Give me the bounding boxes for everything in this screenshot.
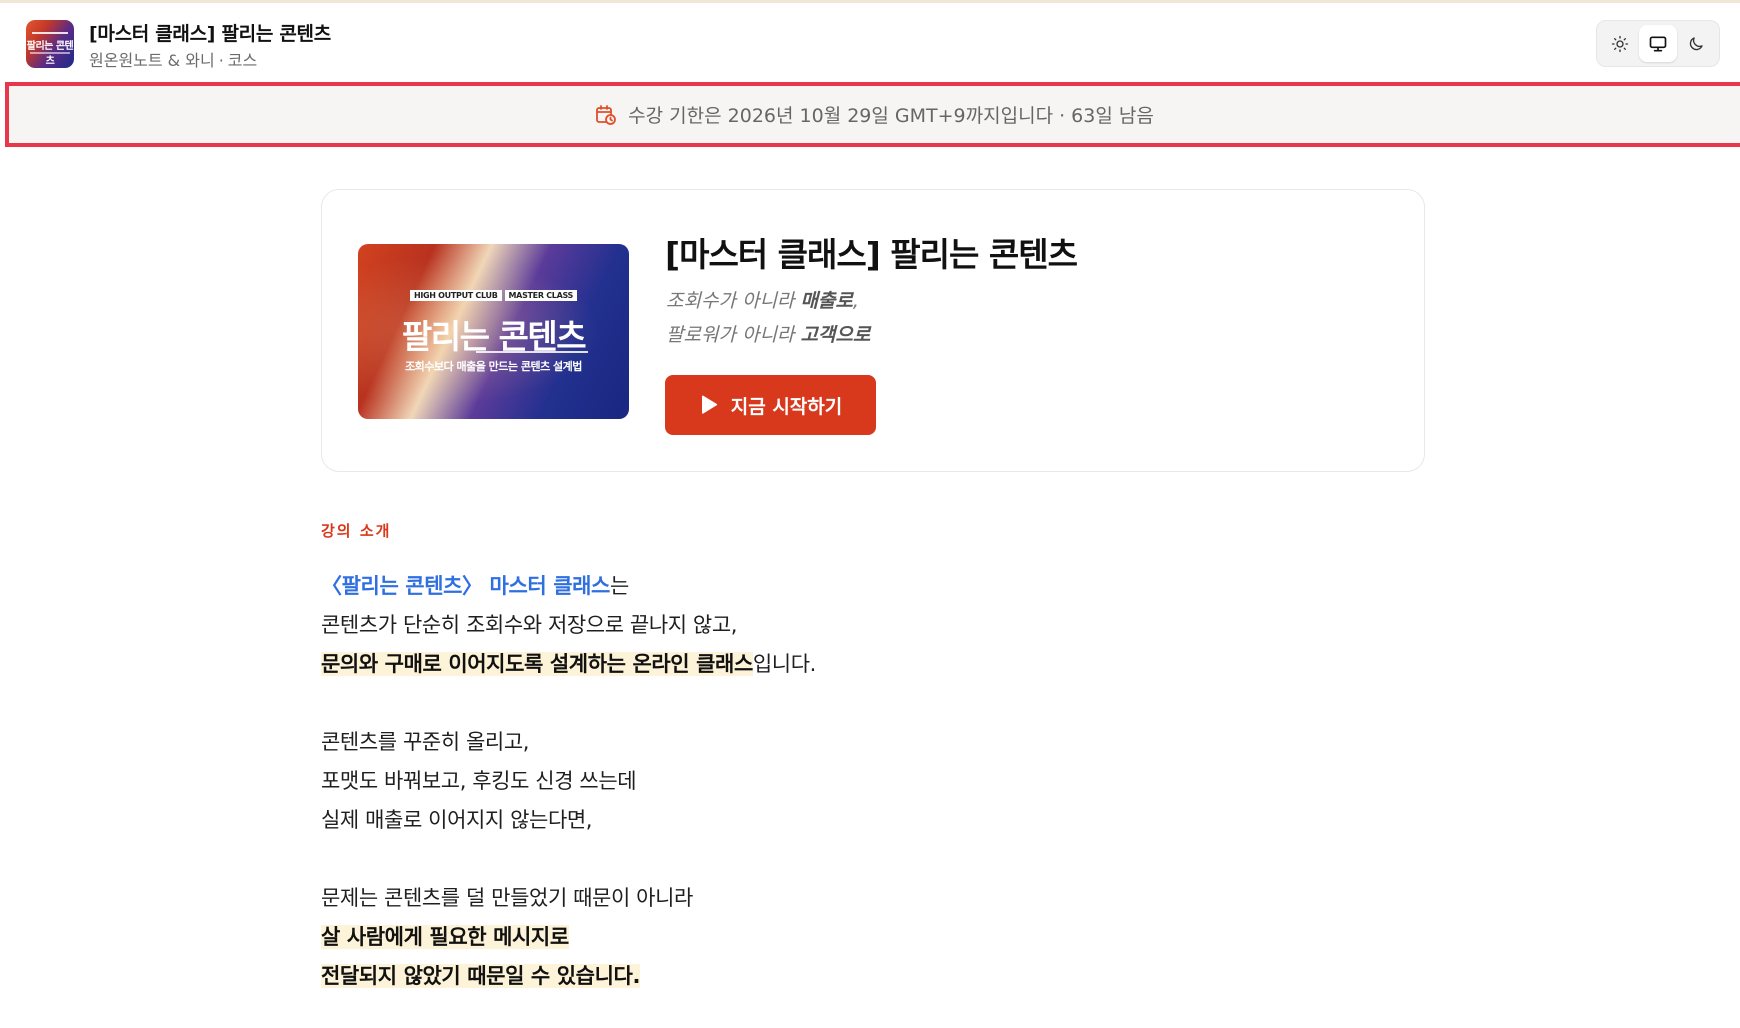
intro-highlight: 살 사람에게 필요한 메시지로	[321, 925, 569, 949]
play-icon	[701, 395, 717, 414]
moon-icon	[1689, 36, 1703, 50]
intro-spacer	[321, 840, 1421, 879]
course-title: [마스터 클래스] 팔리는 콘텐츠	[665, 235, 1078, 274]
section-label-intro: 강의 소개	[321, 522, 392, 540]
tagline-text: 팔로워가 아니라	[666, 324, 801, 346]
thumbnail-tag: HIGH OUTPUT CLUB	[409, 290, 502, 301]
course-introduction: 〈팔리는 콘텐츠〉 마스터 클래스는 콘텐츠가 단순히 조회수와 저장으로 끝나…	[321, 567, 1421, 996]
app-meta: 원온원노트 & 와니 · 코스	[89, 47, 257, 71]
intro-text: 는	[609, 574, 629, 598]
content-type: 코스	[227, 51, 258, 70]
intro-line: 살 사람에게 필요한 메시지로	[321, 918, 1421, 957]
intro-line: 콘텐츠를 꾸준히 올리고,	[321, 730, 530, 754]
intro-line: 콘텐츠가 단순히 조회수와 저장으로 끝나지 않고,	[321, 613, 738, 637]
tagline-text: 조회수가 아니라	[666, 290, 801, 312]
intro-spacer	[321, 684, 1421, 723]
intro-highlight: 문의와 구매로 이어지도록 설계하는 온라인 클래스	[321, 652, 753, 676]
enrollment-deadline-banner: 수강 기한은 2026년 10월 29일 GMT+9까지입니다 · 63일 남음	[5, 82, 1740, 147]
theme-light-button[interactable]	[1601, 25, 1639, 62]
start-now-button[interactable]: 지금 시작하기	[665, 375, 876, 435]
thumbnail-subtitle: 조회수보다 매출을 만드는 콘텐츠 설계법	[405, 360, 582, 373]
tagline-emphasis: 고객으로	[800, 324, 871, 346]
intro-highlight: 전달되지 않았기 때문일 수 있습니다.	[321, 964, 641, 988]
logo-stripe	[32, 32, 68, 34]
intro-text: 입니다.	[752, 652, 816, 676]
intro-line: 실제 매출로 이어지지 않는다면,	[321, 808, 593, 832]
start-button-label: 지금 시작하기	[730, 395, 843, 418]
thumbnail-tag: MASTER CLASS	[504, 290, 578, 301]
calendar-clock-icon	[596, 104, 617, 125]
page-header: 팔리는 콘텐츠 [마스터 클래스] 팔리는 콘텐츠 원온원노트 & 와니 · 코스	[0, 3, 1740, 83]
thumbnail-tags: HIGH OUTPUT CLUB MASTER CLASS	[358, 290, 629, 301]
intro-line: 문제는 콘텐츠를 덜 만들었기 때문이 아니라	[321, 886, 693, 910]
tagline-text: ,	[852, 290, 859, 312]
intro-line: 문의와 구매로 이어지도록 설계하는 온라인 클래스입니다.	[321, 645, 1421, 684]
meta-separator: ·	[218, 51, 224, 70]
intro-link[interactable]: 〈팔리는 콘텐츠〉 마스터 클래스	[321, 574, 610, 598]
course-thumbnail[interactable]: HIGH OUTPUT CLUB MASTER CLASS 팔리는 콘텐츠 조회…	[358, 244, 629, 419]
course-logo[interactable]: 팔리는 콘텐츠	[26, 20, 74, 68]
tagline-emphasis: 매출로	[800, 290, 853, 312]
thumbnail-underline	[476, 351, 588, 353]
intro-line: 포맷도 바꿔보고, 후킹도 신경 쓰는데	[321, 769, 637, 793]
logo-sub-stripe	[30, 52, 70, 54]
deadline-text: 수강 기한은 2026년 10월 29일 GMT+9까지입니다 · 63일 남음	[628, 105, 1154, 127]
monitor-icon	[1649, 36, 1667, 52]
course-card: HIGH OUTPUT CLUB MASTER CLASS 팔리는 콘텐츠 조회…	[321, 189, 1425, 472]
theme-dark-button[interactable]	[1677, 25, 1715, 62]
author-name[interactable]: 원온원노트 & 와니	[89, 51, 215, 70]
theme-switcher	[1596, 20, 1720, 67]
intro-line: 전달되지 않았기 때문일 수 있습니다.	[321, 957, 1421, 996]
course-tagline-2: 팔로워가 아니라 고객으로	[666, 320, 870, 347]
intro-line: 〈팔리는 콘텐츠〉 마스터 클래스는	[321, 567, 1421, 606]
sun-icon	[1611, 35, 1629, 52]
course-tagline-1: 조회수가 아니라 매출로,	[666, 286, 859, 313]
theme-system-button[interactable]	[1639, 25, 1677, 62]
app-title: [마스터 클래스] 팔리는 콘텐츠	[89, 23, 331, 45]
